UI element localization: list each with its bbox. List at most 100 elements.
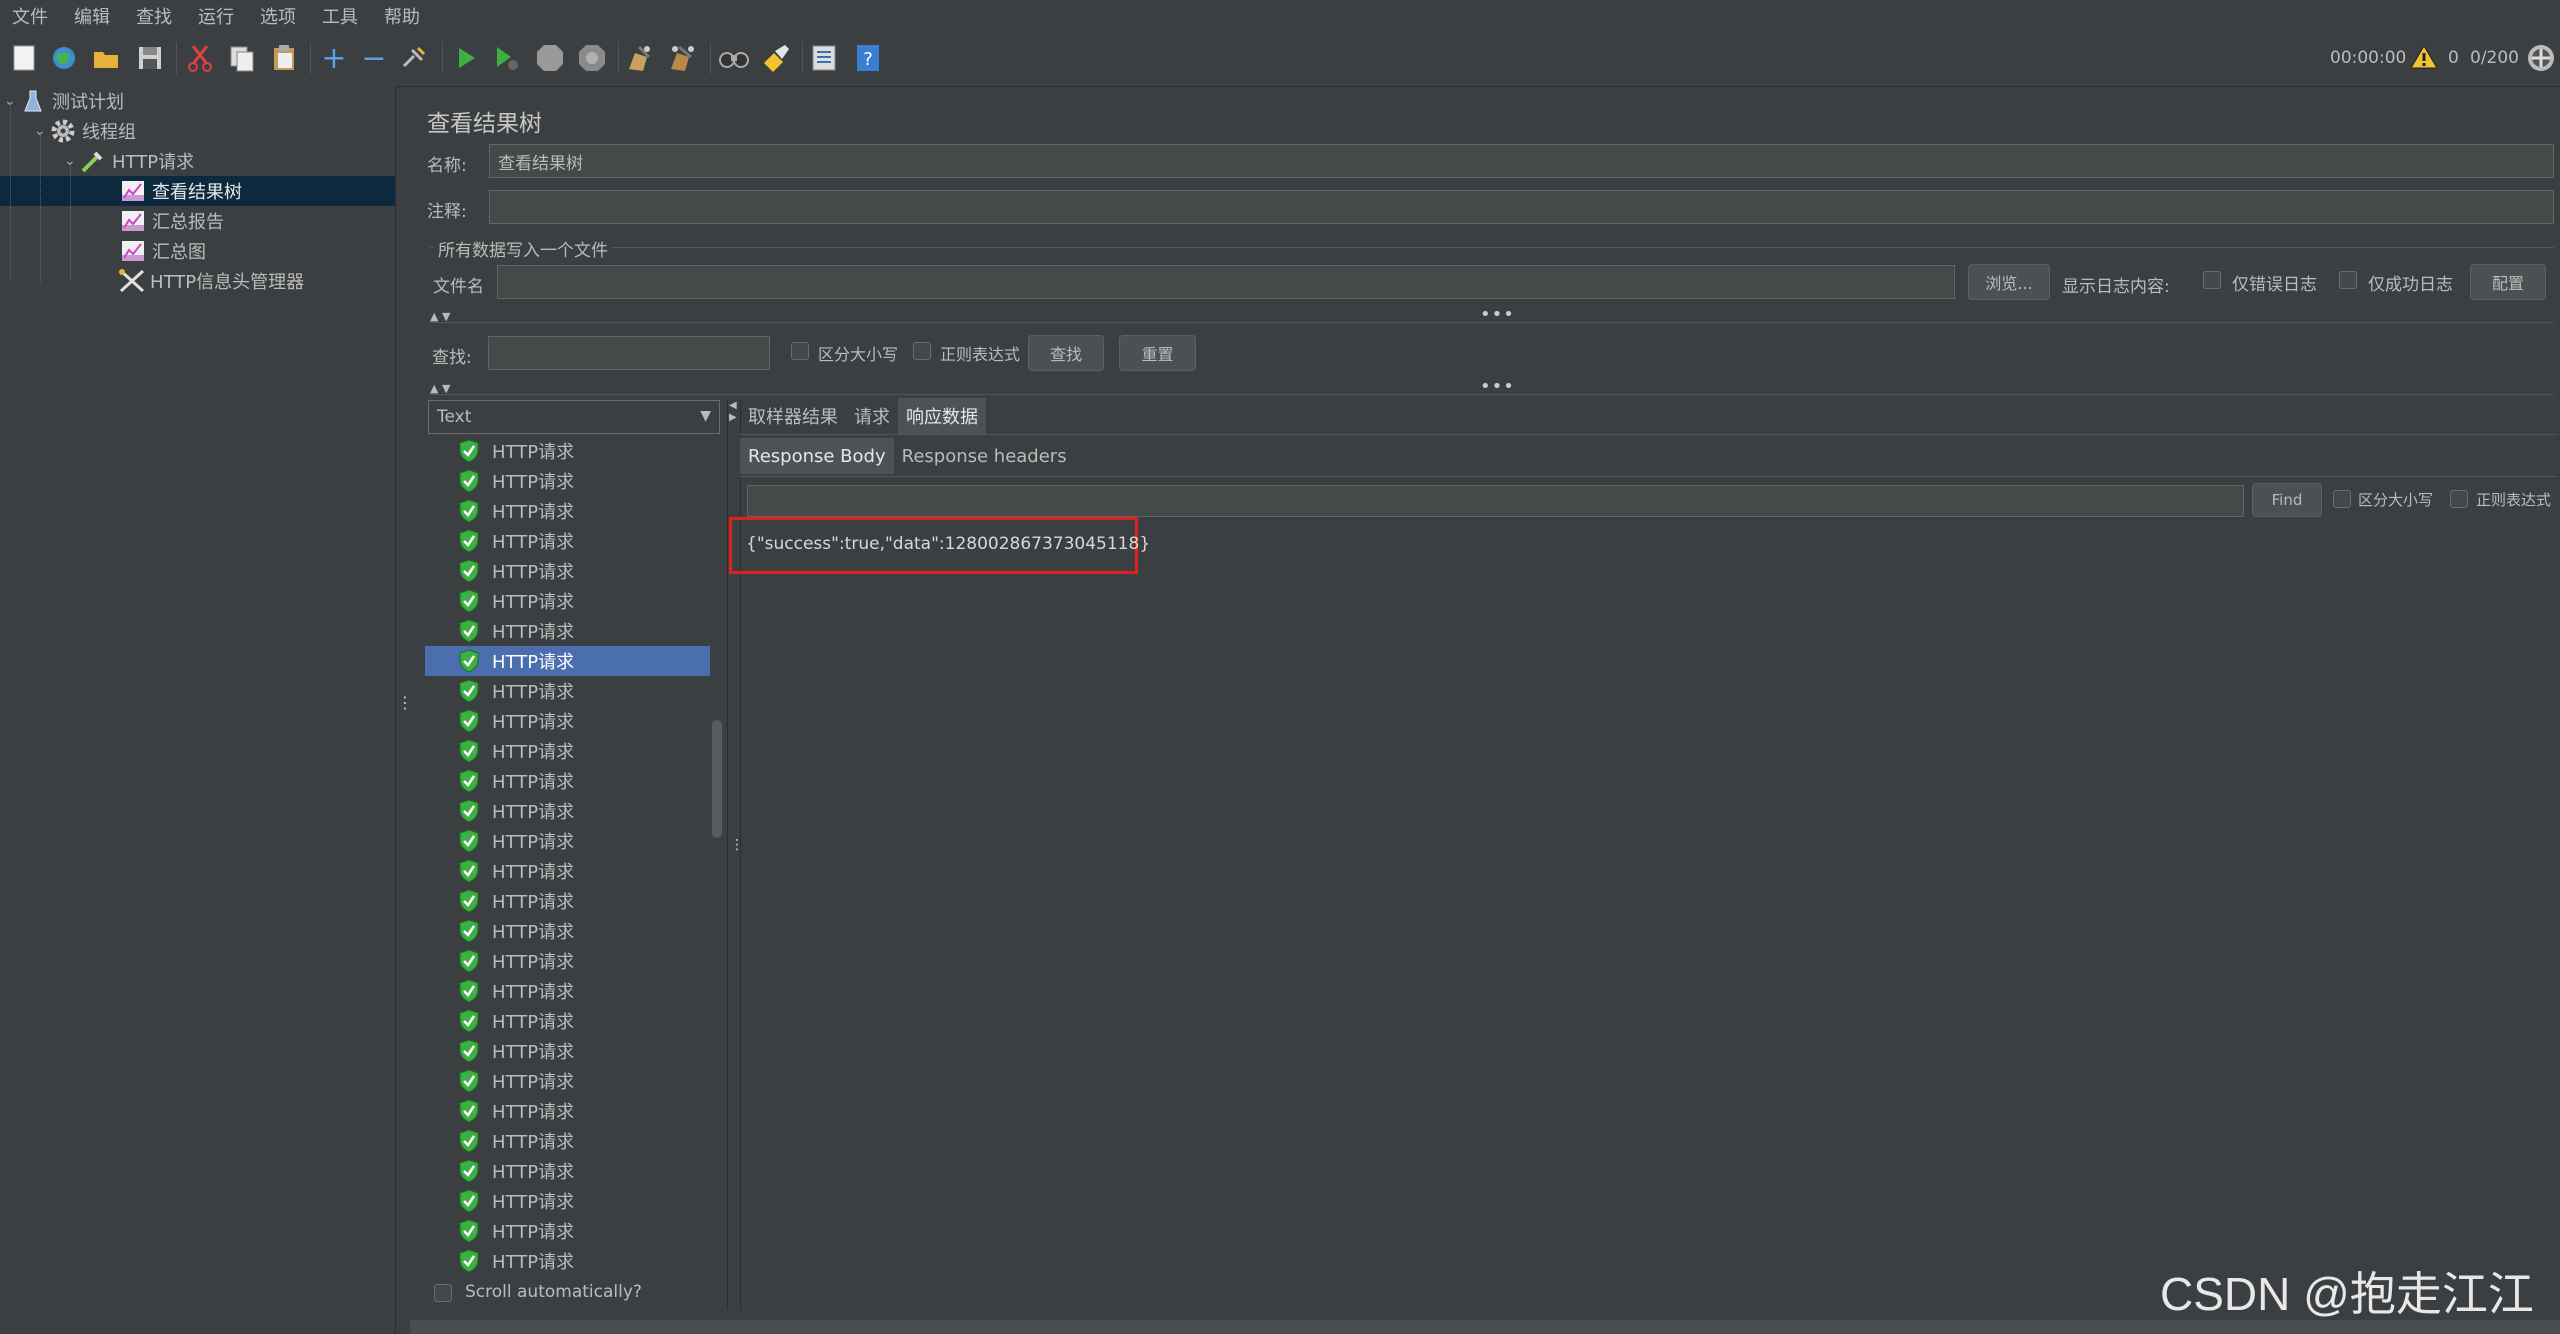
chevron-down-icon[interactable]: ⌄ — [4, 93, 20, 109]
list-item[interactable]: HTTP请求 — [425, 1246, 710, 1276]
expand-icon[interactable]: + — [318, 41, 350, 76]
list-item[interactable]: HTTP请求 — [425, 1186, 710, 1216]
split-arrows-icon[interactable]: ◀ ▶ — [729, 400, 737, 424]
list-item[interactable]: HTTP请求 — [425, 436, 710, 466]
list-item-label: HTTP请求 — [492, 622, 575, 643]
clear-icon[interactable] — [624, 42, 656, 74]
list-item[interactable]: HTTP请求 — [425, 1006, 710, 1036]
cut-icon[interactable] — [184, 42, 216, 74]
list-item[interactable]: HTTP请求 — [425, 796, 710, 826]
list-item[interactable]: HTTP请求 — [425, 736, 710, 766]
menu-options[interactable]: 选项 — [248, 3, 310, 29]
reset-search-icon[interactable] — [760, 42, 792, 74]
chevron-down-icon[interactable]: ⌄ — [34, 123, 50, 139]
templates-icon[interactable] — [48, 42, 80, 74]
toggle-icon[interactable] — [398, 42, 430, 74]
list-item-label: HTTP请求 — [492, 832, 575, 853]
response-find-button[interactable]: Find — [2252, 483, 2322, 517]
configure-button[interactable]: 配置 — [2470, 264, 2546, 300]
response-body-text[interactable]: {"success":true,"data":12800286737304511… — [746, 534, 1150, 554]
tree-node-test-plan[interactable]: ⌄ 测试计划 — [4, 86, 124, 116]
start-no-pauses-icon[interactable] — [490, 42, 522, 74]
browse-button[interactable]: 浏览... — [1968, 264, 2050, 300]
comment-field[interactable] — [489, 190, 2554, 224]
response-find-input[interactable] — [747, 485, 2244, 517]
stop-icon[interactable] — [534, 42, 566, 74]
tab-sampler-result[interactable]: 取样器结果 — [740, 398, 846, 434]
menu-edit[interactable]: 编辑 — [62, 3, 124, 29]
splitter-handle[interactable]: ⋮ — [730, 838, 744, 852]
list-item[interactable]: HTTP请求 — [425, 886, 710, 916]
collapse-icon[interactable]: − — [358, 41, 390, 76]
list-item[interactable]: HTTP请求 — [425, 856, 710, 886]
list-item[interactable]: HTTP请求 — [425, 946, 710, 976]
list-item[interactable]: HTTP请求 — [425, 556, 710, 586]
tab-response-body[interactable]: Response Body — [740, 438, 894, 474]
list-item[interactable]: HTTP请求 — [425, 526, 710, 556]
success-only-checkbox[interactable] — [2339, 271, 2357, 289]
list-item[interactable]: HTTP请求 — [425, 706, 710, 736]
list-item[interactable]: HTTP请求 — [425, 976, 710, 1006]
list-item[interactable]: HTTP请求 — [425, 1126, 710, 1156]
reset-button[interactable]: 重置 — [1119, 335, 1196, 371]
find-button[interactable]: 查找 — [1028, 335, 1104, 371]
regex-checkbox[interactable] — [913, 342, 931, 360]
tree-node-summary-report[interactable]: 汇总报告 — [120, 206, 224, 236]
errors-only-label: 仅错误日志 — [2232, 275, 2317, 295]
tree-node-header-manager[interactable]: HTTP信息头管理器 — [118, 266, 304, 296]
filename-field[interactable] — [497, 265, 1955, 299]
search-input[interactable] — [488, 336, 770, 370]
menu-file[interactable]: 文件 — [0, 3, 62, 29]
splitter-handle[interactable]: ⋮ — [397, 695, 413, 711]
shutdown-icon[interactable] — [576, 42, 608, 74]
list-item[interactable]: HTTP请求 — [425, 676, 710, 706]
save-icon[interactable] — [134, 42, 166, 74]
list-item[interactable]: HTTP请求 — [425, 466, 710, 496]
list-item[interactable]: HTTP请求 — [425, 1036, 710, 1066]
warning-icon[interactable] — [2410, 44, 2438, 75]
open-icon[interactable] — [90, 42, 122, 74]
menu-tools[interactable]: 工具 — [310, 3, 372, 29]
tab-response-data[interactable]: 响应数据 — [898, 398, 986, 434]
renderer-select[interactable]: Text ▼ — [428, 400, 720, 434]
divider-handle[interactable]: ••• — [1480, 304, 1515, 325]
menu-search[interactable]: 查找 — [124, 3, 186, 29]
chevron-down-icon[interactable]: ⌄ — [64, 153, 80, 169]
list-item[interactable]: HTTP请求 — [425, 646, 710, 676]
response-case-checkbox[interactable] — [2333, 490, 2351, 508]
menu-help[interactable]: 帮助 — [372, 3, 434, 29]
tree-node-thread-group[interactable]: ⌄ 线程组 — [34, 116, 136, 146]
new-icon[interactable] — [8, 42, 40, 74]
list-item[interactable]: HTTP请求 — [425, 496, 710, 526]
errors-only-checkbox[interactable] — [2203, 271, 2221, 289]
tree-node-summary-graph[interactable]: 汇总图 — [120, 236, 206, 266]
remote-status-icon[interactable] — [2526, 43, 2556, 78]
menu-run[interactable]: 运行 — [186, 3, 248, 29]
list-item[interactable]: HTTP请求 — [425, 766, 710, 796]
list-item[interactable]: HTTP请求 — [425, 1096, 710, 1126]
tree-node-view-results-tree[interactable]: 查看结果树 — [0, 176, 395, 206]
response-regex-checkbox[interactable] — [2450, 490, 2468, 508]
case-sensitive-checkbox[interactable] — [791, 342, 809, 360]
start-icon[interactable] — [450, 42, 482, 74]
divider-handle[interactable]: ••• — [1480, 376, 1515, 397]
name-field[interactable]: 查看结果树 — [489, 144, 2554, 178]
list-item[interactable]: HTTP请求 — [425, 1216, 710, 1246]
list-item[interactable]: HTTP请求 — [425, 586, 710, 616]
list-item[interactable]: HTTP请求 — [425, 1156, 710, 1186]
list-item[interactable]: HTTP请求 — [425, 1066, 710, 1096]
list-item[interactable]: HTTP请求 — [425, 916, 710, 946]
tab-response-headers[interactable]: Response headers — [894, 438, 1075, 474]
function-helper-icon[interactable] — [808, 42, 840, 74]
clear-all-icon[interactable] — [666, 42, 698, 74]
scroll-auto-checkbox[interactable] — [434, 1284, 452, 1302]
search-binoculars-icon[interactable] — [718, 42, 750, 74]
tree-node-http-request[interactable]: ⌄ HTTP请求 — [64, 146, 194, 176]
paste-icon[interactable] — [268, 42, 300, 74]
copy-icon[interactable] — [226, 42, 258, 74]
help-icon[interactable]: ? — [852, 42, 884, 74]
list-item[interactable]: HTTP请求 — [425, 616, 710, 646]
list-item[interactable]: HTTP请求 — [425, 826, 710, 856]
list-scrollbar[interactable] — [712, 720, 722, 838]
tab-request[interactable]: 请求 — [846, 398, 898, 434]
